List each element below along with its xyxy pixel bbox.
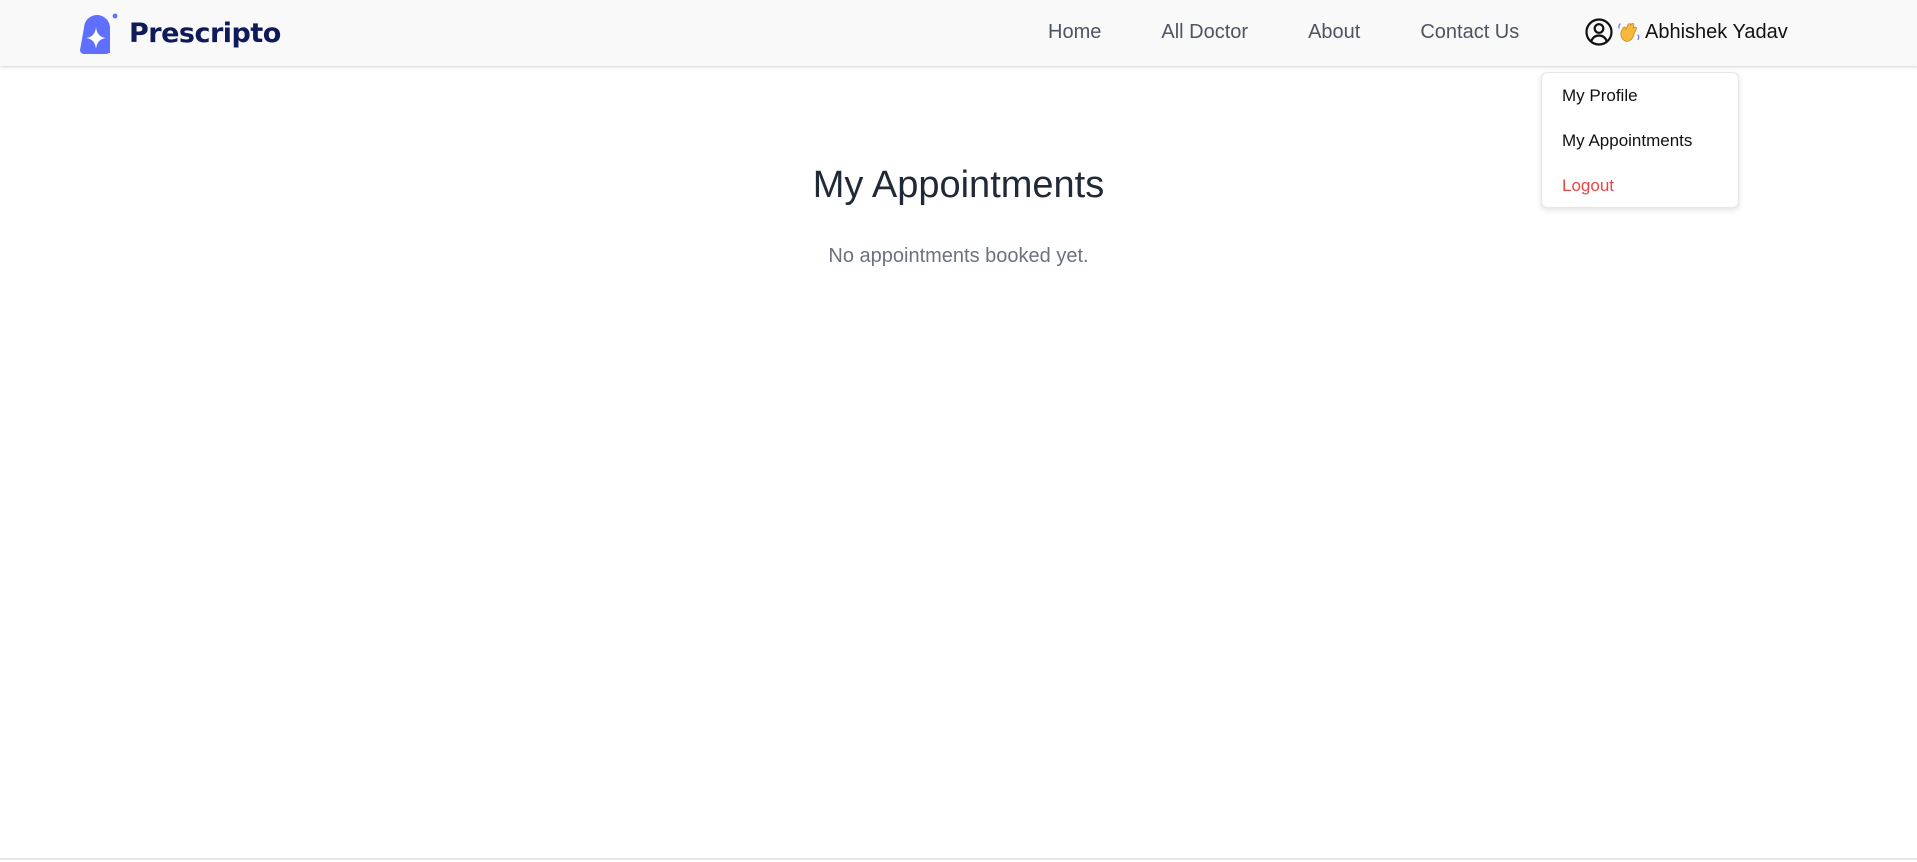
- waving-hand-icon: [1618, 22, 1640, 42]
- sparkle-logo-icon: [80, 13, 118, 54]
- empty-appointments-message: No appointments booked yet.: [828, 245, 1089, 267]
- user-name: Abhishek Yadav: [1645, 20, 1788, 43]
- main-nav: Home All Doctor About Contact Us: [1048, 0, 1519, 64]
- user-menu-trigger[interactable]: Abhishek Yadav: [1584, 0, 1788, 64]
- navbar: Prescripto Home All Doctor About Contact…: [0, 0, 1917, 66]
- brand-name: Prescripto: [129, 17, 281, 49]
- footer-divider: [0, 858, 1917, 860]
- brand-logo[interactable]: Prescripto: [79, 11, 281, 55]
- nav-link-all-doctor[interactable]: All Doctor: [1161, 21, 1248, 44]
- dropdown-item-my-profile[interactable]: My Profile: [1562, 86, 1638, 106]
- nav-link-home[interactable]: Home: [1048, 21, 1101, 44]
- nav-link-about[interactable]: About: [1308, 21, 1360, 44]
- nav-link-contact-us[interactable]: Contact Us: [1420, 21, 1519, 44]
- user-dropdown-menu: My Profile My Appointments Logout: [1541, 72, 1739, 208]
- dropdown-item-my-appointments[interactable]: My Appointments: [1562, 131, 1692, 151]
- user-circle-icon: [1585, 18, 1613, 46]
- dropdown-item-logout[interactable]: Logout: [1562, 176, 1614, 196]
